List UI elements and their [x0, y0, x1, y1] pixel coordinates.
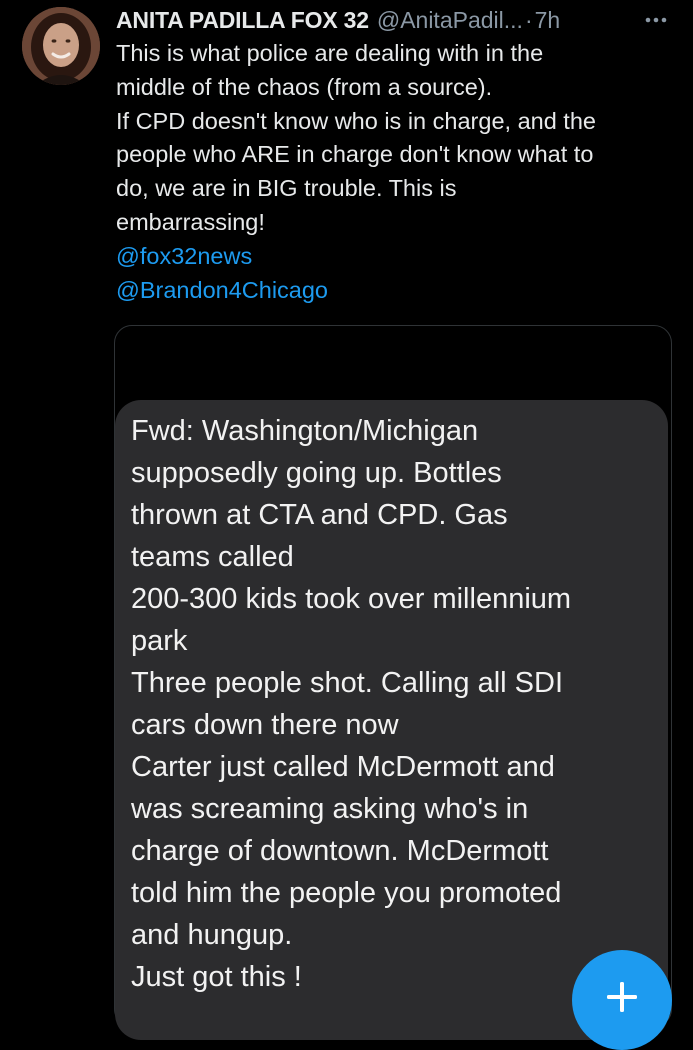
message-line: Fwd: Washington/Michigan [131, 415, 479, 447]
tweet-text-line: middle of the chaos (from a source). [116, 73, 493, 100]
message-line: cars down there now [131, 709, 399, 741]
message-line: Carter just called McDermott and [131, 751, 555, 783]
message-line: and hungup. [131, 919, 293, 951]
message-text: Fwd: Washington/Michigan supposedly goin… [131, 410, 571, 998]
avatar-photo [22, 7, 100, 85]
message-line: charge of downtown. McDermott [131, 835, 549, 867]
author-avatar[interactable] [22, 7, 100, 85]
tweet-text-line: embarrassing! [116, 208, 265, 235]
message-line: 200-300 kids took over millennium [131, 583, 572, 615]
mention-link-fox32news[interactable]: @fox32news [116, 240, 676, 274]
tweet-timestamp[interactable]: 7h [535, 5, 561, 35]
message-line: teams called [131, 541, 294, 573]
message-line: thrown at CTA and CPD. Gas [131, 499, 508, 531]
tweet-text-line: do, we are in BIG trouble. This is [116, 175, 457, 202]
mention-link-brandon4chicago[interactable]: @Brandon4Chicago [116, 274, 676, 308]
compose-button[interactable] [572, 950, 672, 1050]
text-message-screenshot: Fwd: Washington/Michigan supposedly goin… [115, 400, 668, 1040]
author-handle[interactable]: @AnitaPadil... [377, 5, 523, 35]
message-line: Three people shot. Calling all SDI [131, 667, 564, 699]
tweet-text-line: If CPD doesn't know who is in charge, an… [116, 107, 596, 134]
tweet-header: ANITA PADILLA FOX 32 @AnitaPadil... · 7h [116, 5, 671, 35]
more-horizontal-icon[interactable] [641, 5, 671, 35]
screen: { "tweet": { "author_name": "ANITA PADIL… [0, 0, 693, 1050]
message-line: park [131, 625, 188, 657]
tweet-text-line: people who ARE in charge don't know what… [116, 141, 594, 168]
message-line: supposedly going up. Bottles [131, 457, 502, 489]
plus-icon [607, 982, 637, 1012]
message-line: was screaming asking who's in [131, 793, 529, 825]
author-name[interactable]: ANITA PADILLA FOX 32 [116, 5, 369, 35]
tweet-text-line: This is what police are dealing with in … [116, 40, 544, 66]
message-line: told him the people you promoted [131, 877, 562, 909]
header-separator: · [524, 7, 533, 33]
message-line: Just got this ! [131, 961, 302, 993]
tweet-text: This is what police are dealing with in … [116, 37, 676, 307]
